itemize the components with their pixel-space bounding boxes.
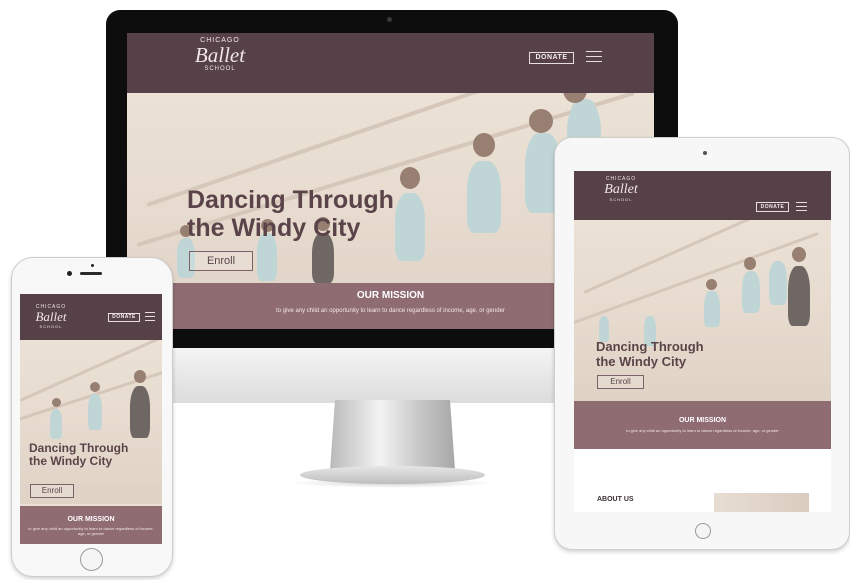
donate-button[interactable]: DONATE	[529, 52, 574, 64]
logo-main-text: Ballet	[194, 43, 246, 67]
hamburger-icon[interactable]	[796, 202, 807, 211]
mission-text: to give any child an opportunity to lear…	[28, 526, 154, 536]
enroll-button[interactable]: Enroll	[189, 251, 253, 271]
hero-title: Dancing Through the Windy City	[29, 441, 129, 469]
hero-title-line-1: Dancing Through	[596, 339, 704, 354]
donate-button[interactable]: DONATE	[108, 313, 140, 322]
hero-title-line-2: the Windy City	[187, 214, 361, 242]
mission-text: to give any child an opportunity to lear…	[626, 428, 779, 433]
site-header: CHICAGO Ballet SCHOOL DONATE	[20, 294, 162, 340]
site-logo[interactable]: CHICAGO Ballet SCHOOL	[185, 37, 255, 72]
camera-icon	[67, 271, 72, 276]
monitor-stand	[330, 400, 455, 470]
speaker-grille	[80, 272, 102, 275]
logo-main-text: Ballet	[604, 182, 638, 197]
enroll-button[interactable]: Enroll	[597, 375, 644, 389]
site-header: CHICAGO Ballet SCHOOL DONATE	[574, 171, 831, 220]
site-logo[interactable]: CHICAGO Ballet SCHOOL	[30, 304, 72, 329]
monitor-base	[300, 466, 485, 484]
sensor-dot	[91, 264, 94, 267]
hero-title-line-2: the Windy City	[29, 454, 113, 469]
site-header: CHICAGO Ballet SCHOOL DONATE	[127, 33, 654, 93]
logo-bottom-text: SCHOOL	[39, 324, 63, 329]
hamburger-icon[interactable]	[145, 312, 155, 321]
mission-title: OUR MISSION	[678, 417, 727, 424]
camera-icon	[387, 17, 392, 22]
phone-screen: CHICAGO Ballet SCHOOL DONATE Dancing Thr…	[20, 294, 162, 544]
hero-title-line-1: Dancing Through	[187, 186, 394, 214]
enroll-button[interactable]: Enroll	[30, 484, 74, 498]
hero-title-line-1: Dancing Through	[29, 441, 129, 455]
hero-title: Dancing Through the Windy City	[187, 186, 394, 242]
donate-button[interactable]: DONATE	[756, 202, 789, 212]
mission-section: OUR MISSION to give any child an opportu…	[20, 506, 162, 544]
about-title: ABOUT US	[597, 496, 634, 503]
hero-title: Dancing Through the Windy City	[596, 339, 704, 369]
tablet-screen: CHICAGO Ballet SCHOOL DONATE Dancing Thr…	[574, 171, 831, 512]
logo-main-text: Ballet	[35, 309, 67, 324]
mission-section: OUR MISSION to give any child an opportu…	[574, 401, 831, 449]
site-logo[interactable]: CHICAGO Ballet SCHOOL	[598, 176, 644, 202]
home-button-icon	[695, 523, 711, 539]
logo-bottom-text: SCHOOL	[609, 197, 633, 202]
hamburger-icon[interactable]	[586, 51, 602, 62]
mission-title: OUR MISSION	[67, 516, 115, 523]
home-button-icon	[80, 548, 103, 571]
about-image	[714, 493, 809, 512]
hero-title-line-2: the Windy City	[596, 353, 687, 369]
camera-icon	[703, 151, 707, 155]
